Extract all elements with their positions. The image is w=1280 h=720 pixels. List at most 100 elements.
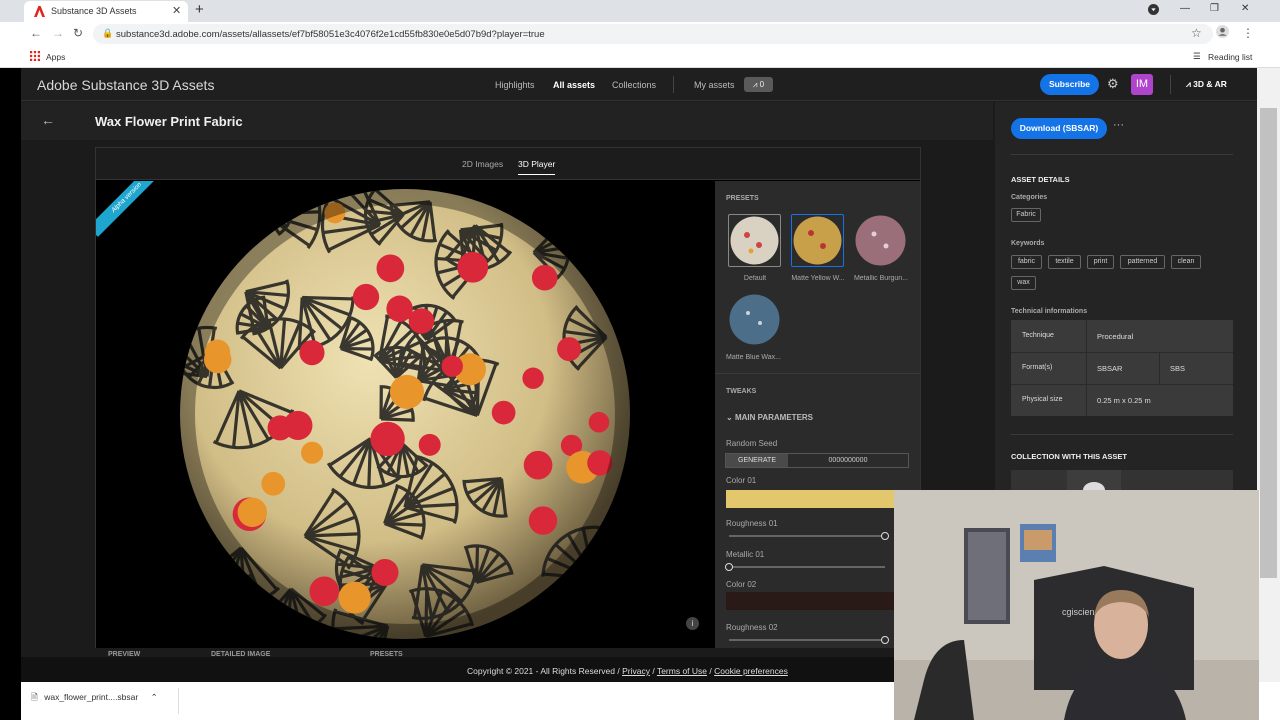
bookmarks-bar: Apps ☰ Reading list	[0, 46, 1280, 68]
profile-icon[interactable]	[1216, 25, 1229, 41]
slider-knob[interactable]	[725, 563, 733, 571]
nav-all-assets[interactable]: All assets	[553, 80, 595, 90]
restore-icon[interactable]: ❐	[1210, 3, 1219, 14]
slider-knob[interactable]	[881, 636, 889, 644]
minimize-icon[interactable]: —	[1180, 3, 1190, 14]
table-divider	[1086, 320, 1087, 416]
keyword-chip[interactable]: print	[1087, 255, 1114, 269]
seed-value-field[interactable]: 0000000000	[788, 454, 908, 467]
preset-matte-blue[interactable]	[728, 293, 781, 346]
category-chip[interactable]: Fabric	[1011, 208, 1041, 222]
generate-button[interactable]: GENERATE	[726, 454, 788, 467]
tab-title: Substance 3D Assets	[51, 6, 137, 16]
presets-heading: PRESETS	[726, 195, 759, 202]
keyword-chip[interactable]: clean	[1171, 255, 1201, 269]
menu-kebab-icon[interactable]: ⋮	[1242, 26, 1254, 40]
main-parameters-toggle[interactable]: ⌄ MAIN PARAMETERS	[726, 413, 813, 422]
browser-tab[interactable]: Substance 3D Assets ✕	[24, 1, 188, 22]
cart-count: 0	[759, 80, 765, 89]
chevron-up-icon[interactable]: ⌃	[151, 692, 158, 702]
fabric-flower	[528, 506, 558, 535]
format-sbsar: SBSAR	[1097, 364, 1123, 373]
profile-dropdown-icon[interactable]	[1148, 4, 1159, 18]
fabric-flower	[338, 581, 371, 614]
subscribe-button[interactable]: Subscribe	[1040, 74, 1099, 95]
keyword-chip[interactable]: patterned	[1120, 255, 1165, 269]
3d-ar-label: 3D & AR	[1193, 79, 1227, 89]
download-button[interactable]: Download (SBSAR)	[1011, 118, 1107, 139]
divider	[1011, 154, 1233, 155]
roughness02-label: Roughness 02	[726, 623, 778, 632]
roughness01-label: Roughness 01	[726, 519, 778, 528]
address-row: ← → ↻ 🔒 substance3d.adobe.com/assets/all…	[0, 22, 1280, 46]
terms-link[interactable]: Terms of Use	[657, 666, 707, 676]
cart-button[interactable]: ⩘ 0	[744, 77, 773, 92]
nav-collections[interactable]: Collections	[612, 80, 656, 90]
scrollbar-thumb[interactable]	[1260, 108, 1277, 578]
more-options-icon[interactable]: ···	[1113, 119, 1124, 131]
fabric-flower	[389, 374, 424, 409]
avatar[interactable]: IM	[1131, 74, 1153, 95]
3d-ar-link[interactable]: ⩘ 3D & AR	[1186, 79, 1227, 90]
cookie-preferences-link[interactable]: Cookie preferences	[714, 666, 788, 676]
url-text: substance3d.adobe.com/assets/allassets/e…	[116, 29, 545, 40]
gear-icon[interactable]: ⚙	[1107, 76, 1119, 92]
roughness02-slider[interactable]	[729, 636, 889, 644]
fabric-pattern-stroke	[380, 417, 414, 422]
info-icon[interactable]: i	[686, 617, 699, 630]
fabric-flower	[352, 283, 380, 311]
color01-label: Color 01	[726, 476, 757, 485]
lock-icon: 🔒	[102, 28, 114, 38]
nav-divider	[673, 76, 674, 93]
fabric-flower	[283, 410, 313, 440]
download-item[interactable]: 🗎 wax_flower_print....sbsar ⌃	[31, 692, 158, 706]
fabric-pattern-stroke	[180, 224, 198, 262]
privacy-link[interactable]: Privacy	[622, 666, 650, 676]
bookmark-star-icon[interactable]: ☆	[1191, 26, 1202, 40]
color01-swatch[interactable]	[726, 490, 906, 508]
metallic01-slider[interactable]	[725, 563, 885, 571]
preset-default[interactable]	[728, 214, 781, 267]
fabric-pattern-stroke	[195, 211, 206, 261]
brand-logo[interactable]: Adobe Substance 3D Assets	[37, 77, 214, 93]
apps-link[interactable]: Apps	[46, 52, 65, 62]
page-scrollbar[interactable]	[1257, 68, 1280, 682]
reading-list-icon[interactable]: ☰	[1193, 51, 1201, 62]
apps-grid-icon[interactable]	[30, 51, 40, 63]
fabric-flower	[531, 264, 558, 291]
color02-swatch[interactable]	[726, 592, 906, 610]
format-sbs: SBS	[1170, 364, 1186, 373]
reload-icon[interactable]: ↻	[73, 26, 83, 40]
preset-label: Matte Yellow W...	[791, 275, 845, 282]
fabric-sphere[interactable]	[96, 181, 715, 657]
nav-my-assets[interactable]: My assets	[694, 80, 735, 90]
slider-knob[interactable]	[881, 532, 889, 540]
tab-3d-player[interactable]: 3D Player	[518, 159, 556, 175]
back-arrow-icon[interactable]: ←	[41, 112, 55, 128]
3d-canvas[interactable]: Alpha version i	[96, 181, 715, 657]
close-window-icon[interactable]: ✕	[1241, 3, 1249, 14]
close-tab-icon[interactable]: ✕	[172, 4, 181, 17]
preset-matte-yellow[interactable]	[791, 214, 844, 267]
download-filename: wax_flower_print....sbsar	[44, 692, 139, 702]
keyword-chip[interactable]: textile	[1048, 255, 1081, 269]
back-icon[interactable]: ←	[30, 26, 42, 40]
fabric-flower	[386, 295, 413, 322]
new-tab-icon[interactable]: +	[195, 1, 204, 18]
tab-2d-images[interactable]: 2D Images	[462, 159, 503, 169]
fabric-pattern-stroke	[180, 209, 223, 243]
address-bar[interactable]: 🔒 substance3d.adobe.com/assets/allassets…	[93, 24, 1213, 44]
keyword-chip[interactable]: fabric	[1011, 255, 1042, 269]
forward-icon[interactable]: →	[52, 26, 64, 40]
physical-size-value: 0.25 m x 0.25 m	[1097, 396, 1151, 405]
reading-list-link[interactable]: Reading list	[1208, 52, 1252, 62]
divider	[178, 688, 179, 714]
keyword-chip[interactable]: wax	[1011, 276, 1036, 290]
roughness01-slider[interactable]	[729, 532, 889, 540]
viewer-tabs: 2D Images 3D Player	[96, 148, 920, 180]
fabric-pattern-stroke	[186, 211, 199, 261]
collection-thumbnails[interactable]	[1011, 470, 1233, 498]
categories-label: Categories	[1011, 194, 1048, 201]
preset-metallic-burgundy[interactable]	[854, 214, 907, 267]
nav-highlights[interactable]: Highlights	[495, 80, 535, 90]
